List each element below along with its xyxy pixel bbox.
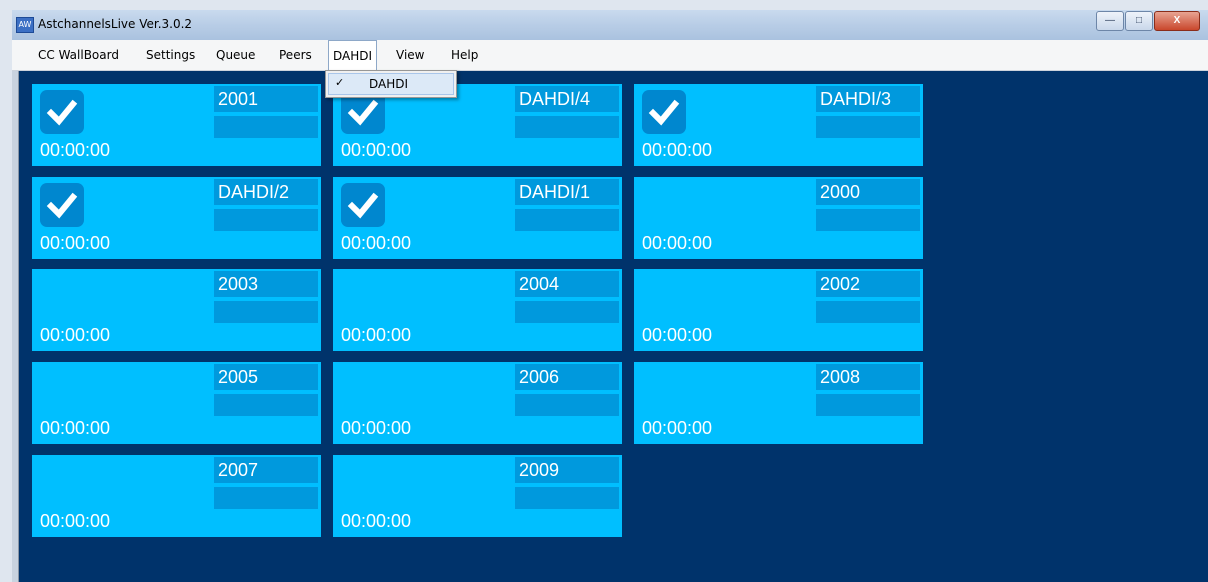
channel-name: DAHDI/1 <box>515 179 619 205</box>
menu-peers[interactable]: Peers <box>275 40 316 70</box>
left-border-strip <box>12 71 19 582</box>
channel-status-bar <box>515 487 619 509</box>
channel-name: DAHDI/2 <box>214 179 318 205</box>
channel-tile[interactable]: 2002 00:00:00 <box>634 269 923 351</box>
menu-bar: CC WallBoard Settings Queue Peers DAHDI … <box>12 40 1208 71</box>
checkmark-icon <box>341 183 385 227</box>
call-duration: 00:00:00 <box>642 233 713 253</box>
channel-tile[interactable]: 2005 00:00:00 <box>32 362 321 444</box>
channel-status-bar <box>214 209 318 231</box>
channel-name: 2005 <box>214 364 318 390</box>
channel-tile[interactable]: DAHDI/1 00:00:00 <box>333 177 622 259</box>
channel-status-bar <box>214 301 318 323</box>
call-duration: 00:00:00 <box>642 140 713 160</box>
call-duration: 00:00:00 <box>642 418 713 438</box>
channel-status-bar <box>214 116 318 138</box>
call-duration: 00:00:00 <box>642 325 713 345</box>
channel-tile[interactable]: 2006 00:00:00 <box>333 362 622 444</box>
channel-status-bar <box>214 394 318 416</box>
menu-dahdi[interactable]: DAHDI <box>328 40 378 70</box>
channel-tile[interactable]: 2000 00:00:00 <box>634 177 923 259</box>
minimize-button[interactable]: — <box>1096 11 1124 31</box>
checkmark-icon <box>40 183 84 227</box>
check-mark-icon: ✓ <box>335 77 345 89</box>
dahdi-dropdown-menu: ✓ DAHDI <box>325 70 457 98</box>
call-duration: 00:00:00 <box>40 418 111 438</box>
channel-name: 2001 <box>214 86 318 112</box>
channel-name: 2003 <box>214 271 318 297</box>
channel-name: 2002 <box>816 271 920 297</box>
title-bar: AW AstchannelsLive Ver.3.0.2 — □ X <box>12 10 1208 41</box>
channel-status-bar <box>816 209 920 231</box>
call-duration: 00:00:00 <box>341 140 412 160</box>
channel-status-bar <box>515 209 619 231</box>
call-duration: 00:00:00 <box>40 140 111 160</box>
maximize-button[interactable]: □ <box>1125 11 1153 31</box>
channel-tile[interactable]: 2009 00:00:00 <box>333 455 622 537</box>
menu-queue[interactable]: Queue <box>212 40 259 70</box>
channel-name: 2000 <box>816 179 920 205</box>
channel-tile[interactable]: 2003 00:00:00 <box>32 269 321 351</box>
channel-tile[interactable]: 2007 00:00:00 <box>32 455 321 537</box>
call-duration: 00:00:00 <box>341 233 412 253</box>
menu-cc-wallboard[interactable]: CC WallBoard <box>34 40 123 70</box>
channel-name: 2008 <box>816 364 920 390</box>
call-duration: 00:00:00 <box>341 511 412 531</box>
menu-settings[interactable]: Settings <box>142 40 199 70</box>
call-duration: 00:00:00 <box>40 325 111 345</box>
channel-tile[interactable]: 2001 00:00:00 <box>32 84 321 166</box>
call-duration: 00:00:00 <box>341 418 412 438</box>
call-duration: 00:00:00 <box>40 511 111 531</box>
channel-tile[interactable]: DAHDI/2 00:00:00 <box>32 177 321 259</box>
channel-tile[interactable]: 2004 00:00:00 <box>333 269 622 351</box>
channel-name: 2009 <box>515 457 619 483</box>
channel-status-bar <box>214 487 318 509</box>
dropdown-item-label: DAHDI <box>369 77 409 91</box>
window-controls: — □ X <box>1095 11 1200 31</box>
channel-status-bar <box>515 116 619 138</box>
wallboard-panel: 2001 00:00:00 DAHDI/4 00:00:00 DAHDI/3 00:00:… <box>19 71 1208 582</box>
channel-status-bar <box>816 116 920 138</box>
channel-name: 2007 <box>214 457 318 483</box>
menu-help[interactable]: Help <box>447 40 482 70</box>
channel-name: DAHDI/4 <box>515 86 619 112</box>
call-duration: 00:00:00 <box>341 325 412 345</box>
channel-tile[interactable]: 2008 00:00:00 <box>634 362 923 444</box>
call-duration: 00:00:00 <box>40 233 111 253</box>
channel-status-bar <box>816 394 920 416</box>
channel-name: 2006 <box>515 364 619 390</box>
channel-status-bar <box>515 301 619 323</box>
checkmark-icon <box>642 90 686 134</box>
menu-view[interactable]: View <box>392 40 428 70</box>
checkmark-icon <box>40 90 84 134</box>
channel-name: DAHDI/3 <box>816 86 920 112</box>
channel-name: 2004 <box>515 271 619 297</box>
channel-status-bar <box>515 394 619 416</box>
app-icon: AW <box>16 17 34 33</box>
window-title: AstchannelsLive Ver.3.0.2 <box>38 17 193 31</box>
channel-status-bar <box>816 301 920 323</box>
channel-tile[interactable]: DAHDI/3 00:00:00 <box>634 84 923 166</box>
dropdown-item-dahdi[interactable]: ✓ DAHDI <box>328 73 454 95</box>
close-button[interactable]: X <box>1154 11 1200 31</box>
